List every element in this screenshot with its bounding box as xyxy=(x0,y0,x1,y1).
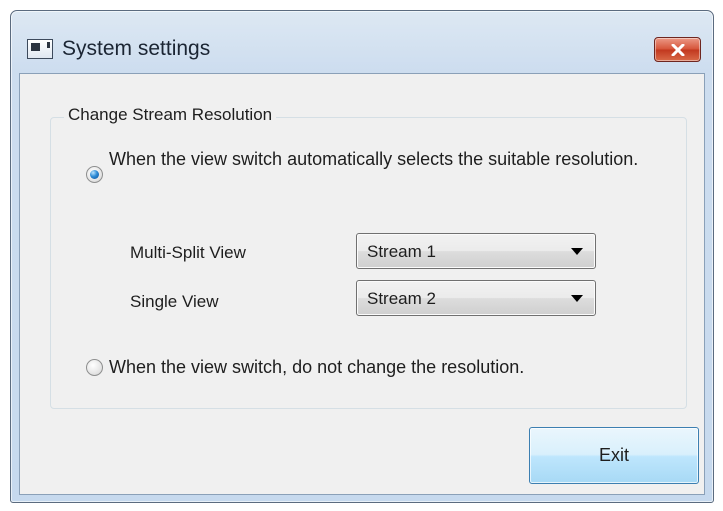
exit-button[interactable]: Exit xyxy=(529,427,699,484)
close-icon xyxy=(671,43,684,56)
group-label: Change Stream Resolution xyxy=(64,105,277,125)
radio-keep-resolution-label[interactable]: When the view switch, do not change the … xyxy=(109,355,524,379)
radio-auto-resolution[interactable] xyxy=(86,166,103,183)
close-button[interactable] xyxy=(654,37,701,62)
window-app-icon xyxy=(27,39,53,59)
multi-split-view-label: Multi-Split View xyxy=(130,243,246,262)
radio-keep-resolution[interactable] xyxy=(86,359,103,376)
title-bar[interactable]: System settings xyxy=(11,11,713,71)
radio-auto-resolution-label[interactable]: When the view switch automatically selec… xyxy=(109,147,679,171)
single-view-value: Stream 2 xyxy=(367,289,436,308)
multi-split-view-select[interactable]: Stream 1 xyxy=(356,233,596,269)
chevron-down-icon xyxy=(571,295,583,302)
system-settings-window: System settings Change Stream Resolution… xyxy=(10,10,714,503)
single-view-label: Single View xyxy=(130,292,219,311)
multi-split-view-value: Stream 1 xyxy=(367,242,436,261)
single-view-select[interactable]: Stream 2 xyxy=(356,280,596,316)
window-title: System settings xyxy=(62,37,211,60)
chevron-down-icon xyxy=(571,248,583,255)
dialog-body: Change Stream Resolution When the view s… xyxy=(19,73,705,495)
